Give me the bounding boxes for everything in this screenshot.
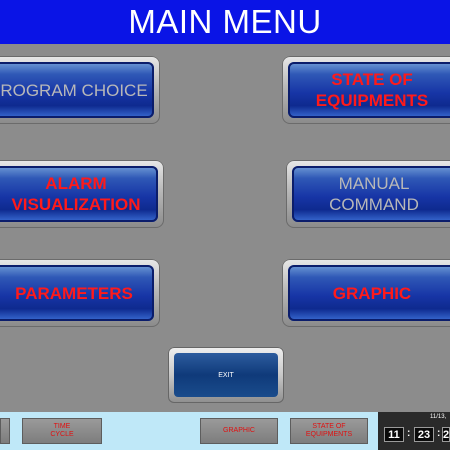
graphic-button[interactable]: GRAPHIC [282, 259, 450, 327]
manual-command-label: MANUAL COMMAND [292, 166, 450, 222]
nav-time-cycle-button[interactable]: TIME CYCLE [22, 418, 102, 444]
clock-separator: : [437, 428, 441, 439]
nav-state-of-equipments-button[interactable]: STATE OF EQUIPMENTS [290, 418, 368, 444]
exit-button[interactable]: EXIT [168, 347, 284, 403]
nav-graphic-button[interactable]: GRAPHIC [200, 418, 278, 444]
clock-minutes: 23 [414, 427, 434, 442]
exit-label: EXIT [174, 353, 278, 397]
clock-hours: 11 [384, 427, 404, 442]
graphic-label: GRAPHIC [288, 265, 450, 321]
alarm-visualization-label: ALARM VISUALIZATION [0, 166, 158, 222]
program-choice-label: ROGRAM CHOICE [0, 62, 154, 118]
title-bar: MAIN MENU [0, 0, 450, 44]
parameters-button[interactable]: PARAMETERS [0, 259, 160, 327]
parameters-label: PARAMETERS [0, 265, 154, 321]
date-label: 11/13, [430, 414, 447, 420]
clock-separator: : [407, 428, 411, 439]
program-choice-button[interactable]: ROGRAM CHOICE [0, 56, 160, 124]
state-of-equipments-button[interactable]: STATE OF EQUIPMENTS [282, 56, 450, 124]
clock-seconds: 2 [442, 427, 450, 442]
manual-command-button[interactable]: MANUAL COMMAND [286, 160, 450, 228]
alarm-visualization-button[interactable]: ALARM VISUALIZATION [0, 160, 164, 228]
state-of-equipments-label: STATE OF EQUIPMENTS [288, 62, 450, 118]
nav-button-partial[interactable] [0, 418, 10, 444]
page-title: MAIN MENU [128, 3, 322, 40]
